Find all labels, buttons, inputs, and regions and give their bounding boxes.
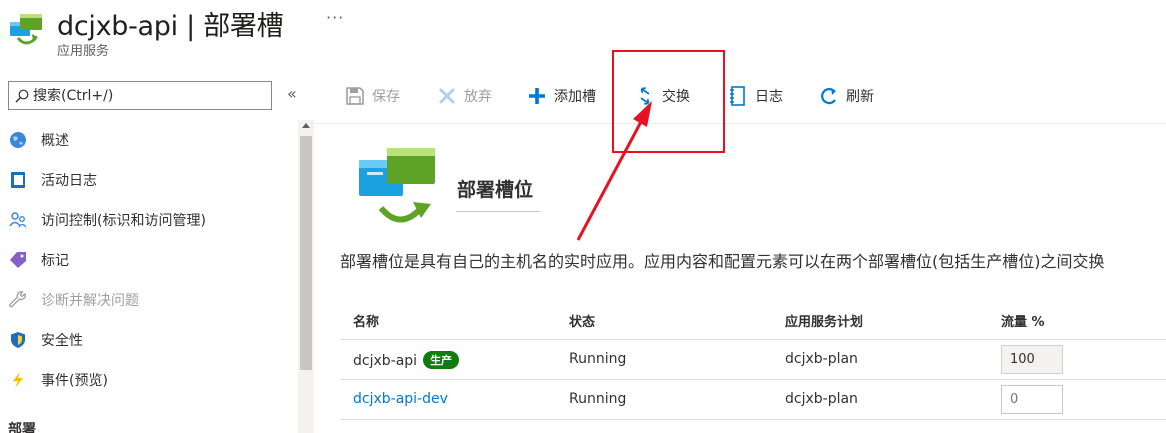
sidebar-item-tags[interactable]: 标记	[0, 240, 296, 280]
logs-button[interactable]: 日志	[727, 80, 783, 112]
section-title: 部署槽位	[457, 179, 534, 201]
slot-status: Running	[569, 391, 627, 407]
search-box[interactable]	[8, 81, 272, 110]
slot-name-cell: dcjxb-api 生产	[353, 351, 460, 369]
page-subtitle: 应用服务	[57, 44, 110, 59]
tag-icon	[9, 251, 27, 269]
sidebar-item-label: 安全性	[41, 333, 83, 349]
save-icon	[344, 85, 366, 107]
logs-icon	[727, 85, 749, 107]
column-header-traffic[interactable]: 流量 %	[1001, 311, 1045, 330]
slot-name-link[interactable]: dcjxb-api-dev	[353, 391, 448, 407]
more-options-button[interactable]: ···	[326, 8, 344, 27]
save-button[interactable]: 保存	[344, 80, 400, 112]
add-slot-label: 添加槽	[554, 89, 596, 105]
slot-name: dcjxb-api	[353, 353, 418, 369]
section-description: 部署槽位是具有自己的主机名的实时应用。应用内容和配置元素可以在两个部署槽位(包括…	[340, 252, 1105, 271]
slot-name-cell: dcjxb-api-dev	[353, 391, 448, 407]
slot-plan: dcjxb-plan	[785, 351, 858, 367]
section-underline	[456, 211, 540, 212]
sidebar-item-label: 诊断并解决问题	[41, 293, 139, 309]
discard-icon	[436, 85, 458, 107]
add-slot-button[interactable]: 添加槽	[526, 80, 596, 112]
sidebar-item-label: 概述	[41, 133, 69, 149]
sidebar-item-label: 事件(预览)	[41, 373, 108, 389]
sidebar-item-label: 标记	[41, 253, 69, 269]
annotation-highlight-box	[612, 50, 725, 153]
refresh-button[interactable]: 刷新	[818, 80, 874, 112]
shield-icon	[9, 331, 27, 349]
sidebar-scroll-thumb[interactable]	[300, 136, 312, 370]
table-header: 名称 状态 应用服务计划 流量 %	[340, 300, 1166, 340]
plus-icon	[526, 85, 548, 107]
globe-icon	[9, 131, 27, 149]
sidebar-item-security[interactable]: 安全性	[0, 320, 296, 360]
activity-log-icon	[9, 171, 27, 189]
sidebar-item-events[interactable]: 事件(预览)	[0, 360, 296, 400]
page-title: dcjxb-api | 部署槽	[57, 11, 284, 42]
people-icon	[9, 211, 27, 229]
deployment-slots-icon	[359, 148, 435, 223]
app-service-slots-icon	[10, 14, 42, 45]
sidebar-item-diagnose[interactable]: 诊断并解决问题	[0, 280, 296, 320]
traffic-input[interactable]	[1001, 385, 1063, 414]
traffic-input	[1001, 345, 1063, 374]
refresh-label: 刷新	[846, 89, 874, 105]
production-badge: 生产	[423, 351, 460, 369]
discard-button[interactable]: 放弃	[436, 80, 492, 112]
slot-plan: dcjxb-plan	[785, 391, 858, 407]
sidebar-item-label: 访问控制(标识和访问管理)	[41, 213, 206, 229]
sidebar-item-activity-log[interactable]: 活动日志	[0, 160, 296, 200]
sidebar-nav: 概述 活动日志 访问控制(标识和访问管理) 标记 诊断并解决问题 安全性 事件(…	[0, 120, 296, 400]
discard-label: 放弃	[464, 89, 492, 105]
slot-status: Running	[569, 351, 627, 367]
search-input[interactable]	[33, 87, 253, 104]
lightning-icon	[9, 371, 27, 389]
sidebar-item-overview[interactable]: 概述	[0, 120, 296, 160]
column-header-plan[interactable]: 应用服务计划	[785, 311, 863, 330]
column-header-status[interactable]: 状态	[569, 311, 595, 330]
collapse-sidebar-button[interactable]: «	[287, 84, 297, 103]
slots-table: 名称 状态 应用服务计划 流量 % dcjxb-api 生产 Running dc…	[340, 300, 1166, 420]
sidebar-item-access-control[interactable]: 访问控制(标识和访问管理)	[0, 200, 296, 240]
logs-label: 日志	[755, 89, 783, 105]
search-icon	[15, 89, 29, 102]
scroll-up-arrow[interactable]	[302, 123, 310, 128]
column-header-name[interactable]: 名称	[353, 311, 379, 330]
table-row[interactable]: dcjxb-api 生产 Running dcjxb-plan	[340, 340, 1166, 380]
save-label: 保存	[372, 89, 400, 105]
table-row[interactable]: dcjxb-api-dev Running dcjxb-plan	[340, 380, 1166, 420]
refresh-icon	[818, 85, 840, 107]
sidebar-section-deployment: 部署	[8, 422, 36, 433]
toolbar-divider	[316, 123, 1166, 124]
wrench-icon	[9, 291, 27, 309]
sidebar-item-label: 活动日志	[41, 173, 97, 189]
